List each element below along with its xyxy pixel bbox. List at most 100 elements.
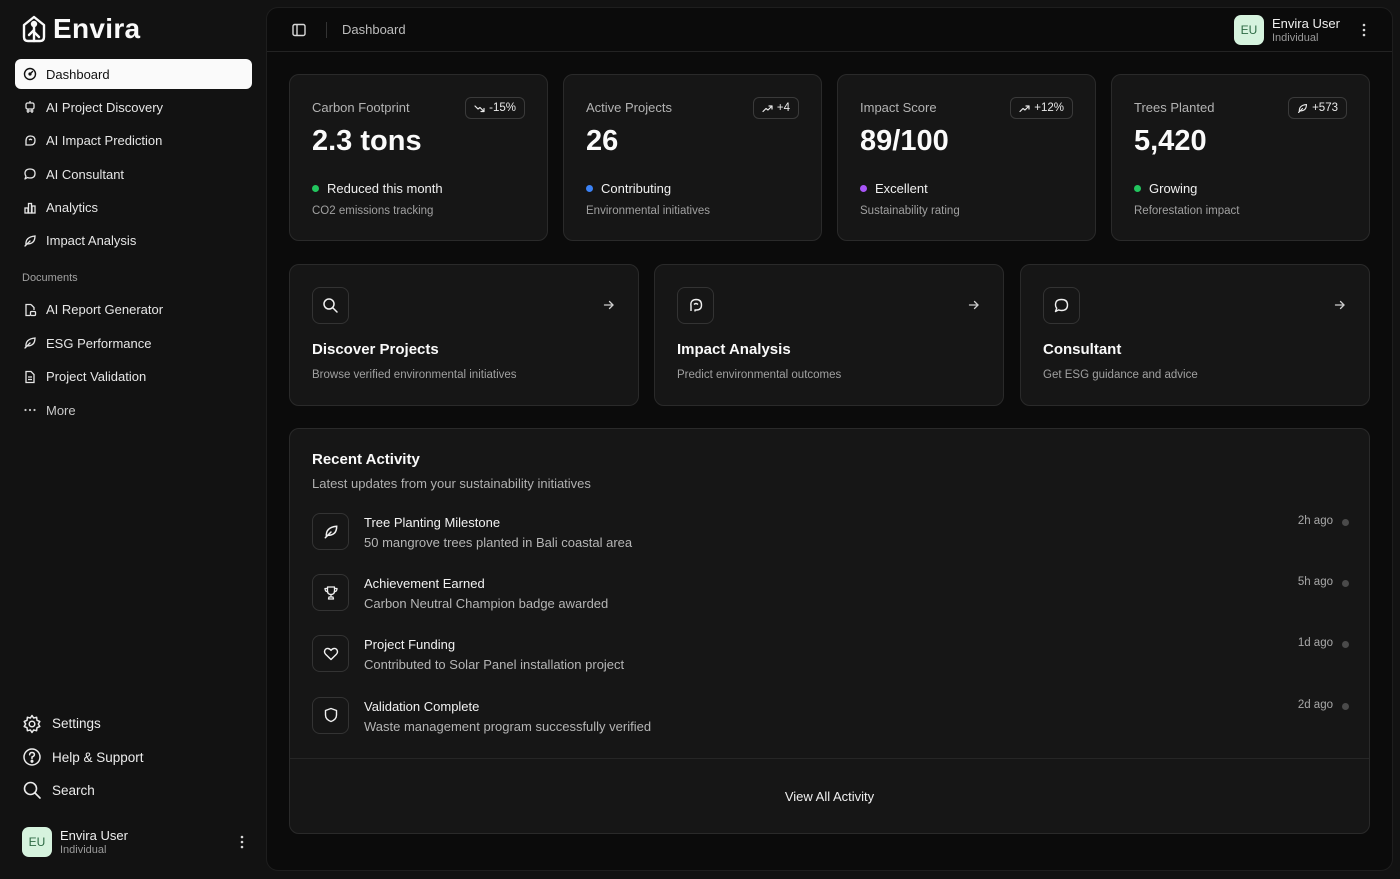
bot-icon [23, 100, 37, 114]
status-dot [1342, 641, 1349, 649]
activity-title: Achievement Earned [364, 576, 485, 592]
activity-time: 2h ago [1297, 515, 1333, 527]
action-card-discover-projects[interactable]: Discover Projects Browse verified enviro… [289, 264, 639, 406]
status-dot [1342, 580, 1349, 588]
activity-item[interactable]: Project Funding Contributed to Solar Pan… [312, 635, 1349, 696]
panel-subtitle: Latest updates from your sustainability … [312, 476, 591, 491]
nav-item-label: AI Consultant [46, 166, 125, 182]
nav-item-impact-analysis[interactable]: Impact Analysis [15, 226, 252, 256]
nav-item-ai-impact-prediction[interactable]: AI Impact Prediction [15, 126, 252, 156]
activity-item[interactable]: Tree Planting Milestone 50 mangrove tree… [312, 513, 1349, 574]
sidebar-toggle-icon[interactable] [291, 22, 307, 38]
trend-down-icon [474, 103, 485, 114]
user-info: Envira User Individual [60, 828, 128, 857]
activity-title: Validation Complete [364, 698, 480, 714]
nav-item-ai-consultant[interactable]: AI Consultant [15, 159, 252, 189]
nav-item-label: More [46, 402, 76, 418]
nav-item-dashboard[interactable]: Dashboard [15, 59, 252, 89]
nav-item-search[interactable]: Search [22, 774, 252, 807]
nav-item-label: AI Impact Prediction [46, 133, 163, 149]
action-title: Consultant [1043, 341, 1122, 358]
sidebar-user-menu[interactable]: EU Envira User Individual [22, 826, 250, 858]
arrow-right-icon [602, 298, 616, 312]
action-card-consultant[interactable]: Consultant Get ESG guidance and advice [1020, 264, 1370, 406]
search-icon [22, 780, 42, 800]
status-text: Contributing [601, 181, 672, 196]
user-info: Envira User Individual [1272, 16, 1340, 45]
user-name: Envira User [1272, 15, 1340, 31]
gauge-icon [23, 67, 37, 81]
nav-item-ai-report-generator[interactable]: AI Report Generator [15, 295, 252, 325]
stat-description: CO2 emissions tracking [312, 205, 434, 217]
action-card-impact-analysis[interactable]: Impact Analysis Predict environmental ou… [654, 264, 1004, 406]
nav-item-label: ESG Performance [46, 335, 152, 351]
trend-value: -15% [489, 102, 516, 114]
header-user-menu[interactable]: EU Envira User Individual [1234, 15, 1372, 45]
activity-list: Tree Planting Milestone 50 mangrove tree… [312, 513, 1349, 758]
stat-label: Impact Score [860, 100, 937, 115]
chat-icon [1043, 287, 1080, 324]
stat-status: Reduced this month [312, 181, 443, 196]
nav-item-label: AI Project Discovery [46, 99, 164, 115]
activity-item[interactable]: Validation Complete Waste management pro… [312, 696, 1349, 758]
status-dot [860, 185, 867, 192]
search-icon [312, 287, 349, 324]
heart-icon [312, 635, 349, 673]
panel-title: Recent Activity [312, 451, 420, 468]
trend-value: +4 [776, 102, 790, 114]
nav-item-project-validation[interactable]: Project Validation [15, 362, 252, 392]
nav-item-settings[interactable]: Settings [22, 707, 252, 740]
nav-item-help-support[interactable]: Help & Support [22, 740, 252, 773]
ellipsis-icon [23, 403, 37, 417]
activity-title: Project Funding [364, 637, 456, 653]
user-name: Envira User [60, 827, 128, 843]
trend-badge: -15% [465, 97, 525, 119]
stat-value: 89/100 [860, 125, 949, 157]
brain-icon [23, 134, 37, 148]
stat-card-active-projects: Active Projects +4 26 Contributing Envir… [563, 74, 822, 241]
view-all-activity-button[interactable]: View All Activity [785, 789, 874, 804]
user-role: Individual [1272, 31, 1319, 44]
user-role: Individual [60, 843, 107, 856]
tree-logo-icon [20, 15, 48, 43]
action-description: Predict environmental outcomes [677, 369, 842, 381]
stat-status: Contributing [586, 181, 671, 196]
app-name: Envira [53, 13, 141, 44]
activity-time: 2d ago [1297, 698, 1333, 711]
leaf-icon [23, 234, 37, 248]
nav-item-label: Search [52, 782, 95, 798]
activity-description: 50 mangrove trees planted in Bali coasta… [364, 535, 633, 550]
trend-up-icon [762, 103, 773, 114]
help-icon [22, 747, 42, 767]
status-dot [1342, 519, 1349, 526]
activity-time: 1d ago [1297, 637, 1333, 650]
action-description: Browse verified environmental initiative… [312, 369, 517, 381]
status-dot [586, 185, 593, 192]
stat-description: Sustainability rating [860, 205, 960, 217]
stat-description: Reforestation impact [1134, 205, 1240, 217]
stat-value: 5,420 [1134, 125, 1207, 157]
file-icon [23, 370, 37, 384]
header-divider [326, 22, 327, 38]
activity-description: Carbon Neutral Champion badge awarded [364, 596, 609, 612]
nav-item-label: Dashboard [46, 66, 110, 82]
activity-item[interactable]: Achievement Earned Carbon Neutral Champi… [312, 574, 1349, 635]
status-dot [312, 185, 319, 192]
action-description: Get ESG guidance and advice [1043, 369, 1198, 381]
app-logo[interactable]: Envira [20, 13, 141, 44]
nav-item-esg-performance[interactable]: ESG Performance [15, 328, 252, 358]
nav-item-label: Help & Support [52, 749, 144, 765]
arrow-right-icon [967, 298, 981, 312]
trophy-icon [312, 574, 349, 612]
sidebar: Envira Dashboard AI Project Discovery AI… [0, 0, 266, 879]
nav-section-documents: Documents [22, 271, 78, 284]
trend-badge: +12% [1010, 97, 1073, 119]
trend-value: +573 [1312, 102, 1338, 114]
nav-item-analytics[interactable]: Analytics [15, 193, 252, 223]
avatar: EU [1234, 15, 1264, 45]
activity-footer: View All Activity [290, 758, 1369, 833]
more-vertical-icon[interactable] [1356, 22, 1372, 38]
more-vertical-icon[interactable] [234, 834, 250, 850]
nav-item-ai-project-discovery[interactable]: AI Project Discovery [15, 92, 252, 122]
nav-item-more[interactable]: More [15, 395, 252, 425]
